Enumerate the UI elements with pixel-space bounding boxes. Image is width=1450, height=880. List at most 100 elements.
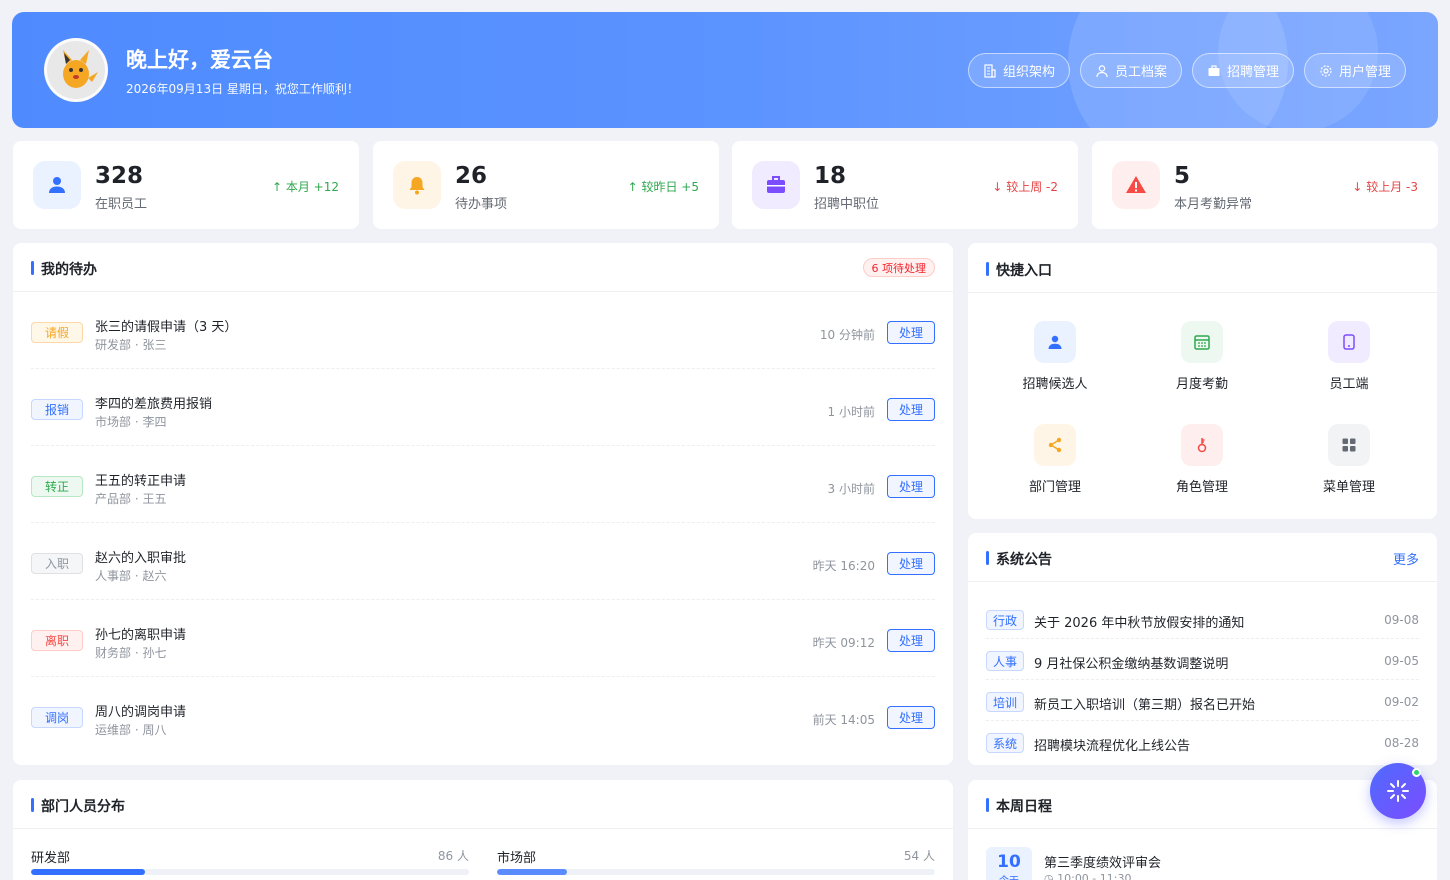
process-button[interactable]: 处理	[887, 706, 935, 729]
todo-item[interactable]: 离职 孙七的离职申请 财务部 · 孙七 昨天 09:12 处理	[31, 600, 935, 677]
process-button[interactable]: 处理	[887, 552, 935, 575]
process-button[interactable]: 处理	[887, 629, 935, 652]
stat-label: 在职员工	[95, 197, 148, 212]
quick-entry-item[interactable]: 招聘候选人	[1005, 321, 1105, 392]
notice-category-tag: 培训	[986, 692, 1025, 712]
quick-entry-title: 快捷入口	[986, 260, 1052, 280]
todo-type-tag: 入职	[31, 553, 83, 574]
quick-entry-item[interactable]: 角色管理	[1152, 424, 1252, 495]
dept-panel: 部门人员分布 研发部 86 人 市场部 54 人	[13, 780, 953, 880]
mascot-icon	[63, 50, 98, 88]
todo-item-meta: 研发部 · 张三	[95, 338, 167, 352]
notice-date: 09-02	[1384, 695, 1419, 709]
building-icon	[984, 63, 996, 78]
assistant-fab[interactable]	[1370, 763, 1426, 819]
divider	[968, 828, 1437, 829]
process-button[interactable]: 处理	[887, 475, 935, 498]
notice-item[interactable]: 系统 招聘模块流程优化上线公告 08-28	[986, 721, 1419, 762]
notice-text: 招聘模块流程优化上线公告	[1034, 739, 1191, 754]
process-button[interactable]: 处理	[887, 321, 935, 344]
todo-item[interactable]: 入职 赵六的入职审批 人事部 · 赵六 昨天 16:20 处理	[31, 523, 935, 600]
notice-item[interactable]: 培训 新员工入职培训（第三期）报名已开始 09-02	[986, 680, 1419, 721]
todo-type-tag: 报销	[31, 399, 83, 420]
stat-icon-box	[33, 161, 81, 209]
stat-trend: ↓ 较上周 -2	[992, 180, 1058, 194]
quick-entry-item[interactable]: 部门管理	[1005, 424, 1105, 495]
stat-card-attendance[interactable]: 5 本月考勤异常 ↓ 较上月 -3	[1092, 141, 1438, 229]
avatar[interactable]	[44, 38, 108, 102]
todo-item-title: 王五的转正申请	[95, 474, 187, 489]
dept-bar-track	[31, 869, 469, 875]
stat-card-openings[interactable]: 18 招聘中职位 ↓ 较上周 -2	[732, 141, 1078, 229]
user-icon	[1034, 321, 1076, 363]
stat-icon-box	[1112, 161, 1160, 209]
todo-item-meta: 运维部 · 周八	[95, 723, 167, 737]
notice-category-tag: 行政	[986, 610, 1025, 630]
todo-item[interactable]: 请假 张三的请假申请（3 天） 研发部 · 张三 10 分钟前 处理	[31, 292, 935, 369]
todo-item-title: 孙七的离职申请	[95, 628, 187, 643]
gear-icon	[1320, 64, 1332, 77]
stat-trend: ↑ 本月 +12	[271, 180, 339, 194]
todo-item-title: 周八的调岗申请	[95, 705, 187, 720]
grid-icon	[1328, 424, 1370, 466]
dept-bar-fill	[497, 869, 568, 875]
schedule-date-box: 10 今天	[986, 847, 1032, 880]
notice-text: 新员工入职培训（第三期）报名已开始	[1034, 698, 1256, 713]
notice-category-tag: 系统	[986, 733, 1025, 753]
briefcase-icon	[1208, 64, 1220, 76]
stat-card-employees[interactable]: 328 在职员工 ↑ 本月 +12	[13, 141, 359, 229]
todo-panel: 我的待办 6 项待处理 请假 张三的请假申请（3 天） 研发部 · 张三 10 分钟前…	[13, 243, 953, 765]
schedule-day-label: 今天	[986, 872, 1032, 880]
todo-item-time: 昨天 16:20	[812, 559, 875, 573]
briefcase-icon	[767, 176, 785, 193]
dept-bar-track	[497, 869, 935, 875]
notice-title: 系统公告	[986, 549, 1052, 569]
todo-item[interactable]: 转正 王五的转正申请 产品部 · 王五 3 小时前 处理	[31, 446, 935, 523]
schedule-day: 10	[997, 852, 1021, 872]
quick-entry-label: 招聘候选人	[1022, 377, 1088, 392]
clock-icon: ◷	[1044, 872, 1058, 880]
header-shortcuts: 组织架构 员工档案 招聘管理 用户管理	[967, 53, 1406, 88]
employee-records-button[interactable]: 员工档案	[1079, 53, 1182, 88]
todo-item-meta: 产品部 · 王五	[95, 492, 167, 506]
todo-item[interactable]: 报销 李四的差旅费用报销 市场部 · 李四 1 小时前 处理	[31, 369, 935, 446]
user-icon	[49, 177, 65, 193]
notice-more-link[interactable]: 更多	[1393, 549, 1419, 568]
todo-count-badge: 6 项待处理	[862, 258, 935, 277]
todo-item-time: 前天 14:05	[812, 713, 875, 727]
user-management-button[interactable]: 用户管理	[1303, 53, 1406, 88]
notice-date: 08-28	[1384, 736, 1419, 750]
stat-icon-box	[752, 161, 800, 209]
greeting-date: 2026年09月13日 星期日，祝您工作顺利！	[126, 82, 359, 96]
tablet-icon	[1328, 321, 1370, 363]
recruitment-button[interactable]: 招聘管理	[1191, 53, 1294, 88]
stat-trend: ↑ 较昨日 +5	[627, 180, 699, 194]
org-structure-button[interactable]: 组织架构	[967, 53, 1070, 88]
schedule-event[interactable]: 第三季度绩效评审会	[1044, 852, 1161, 871]
key-icon	[1181, 424, 1223, 466]
todo-item-meta: 市场部 · 李四	[95, 415, 167, 429]
process-button[interactable]: 处理	[887, 398, 935, 421]
dept-name: 市场部	[497, 851, 537, 866]
todo-type-tag: 离职	[31, 630, 83, 651]
notice-panel: 系统公告 更多 行政 关于 2026 年中秋节放假安排的通知 09-08 人事 9 月社…	[968, 533, 1437, 765]
notice-item[interactable]: 行政 关于 2026 年中秋节放假安排的通知 09-08	[986, 598, 1419, 639]
todo-type-tag: 调岗	[31, 707, 83, 728]
user-management-label: 用户管理	[1338, 65, 1391, 80]
todo-item-meta: 人事部 · 赵六	[95, 569, 167, 583]
notice-text: 关于 2026 年中秋节放假安排的通知	[1034, 616, 1245, 631]
notice-item[interactable]: 人事 9 月社保公积金缴纳基数调整说明 09-05	[986, 639, 1419, 680]
quick-entry-item[interactable]: 菜单管理	[1299, 424, 1399, 495]
quick-entry-item[interactable]: 月度考勤	[1152, 321, 1252, 392]
employee-records-label: 员工档案	[1114, 65, 1167, 80]
todo-item[interactable]: 调岗 周八的调岗申请 运维部 · 周八 前天 14:05 处理	[31, 677, 935, 754]
quick-entry-label: 菜单管理	[1322, 480, 1375, 495]
dept-name: 研发部	[31, 851, 71, 866]
todo-title: 我的待办	[31, 259, 97, 279]
quick-entry-item[interactable]: 员工端	[1299, 321, 1399, 392]
dept-count: 86 人	[437, 849, 469, 863]
divider	[968, 292, 1437, 293]
greeting-title: 晚上好，爱云台	[126, 48, 273, 72]
stat-card-todos[interactable]: 26 待办事项 ↑ 较昨日 +5	[373, 141, 719, 229]
dept-count: 54 人	[903, 849, 935, 863]
